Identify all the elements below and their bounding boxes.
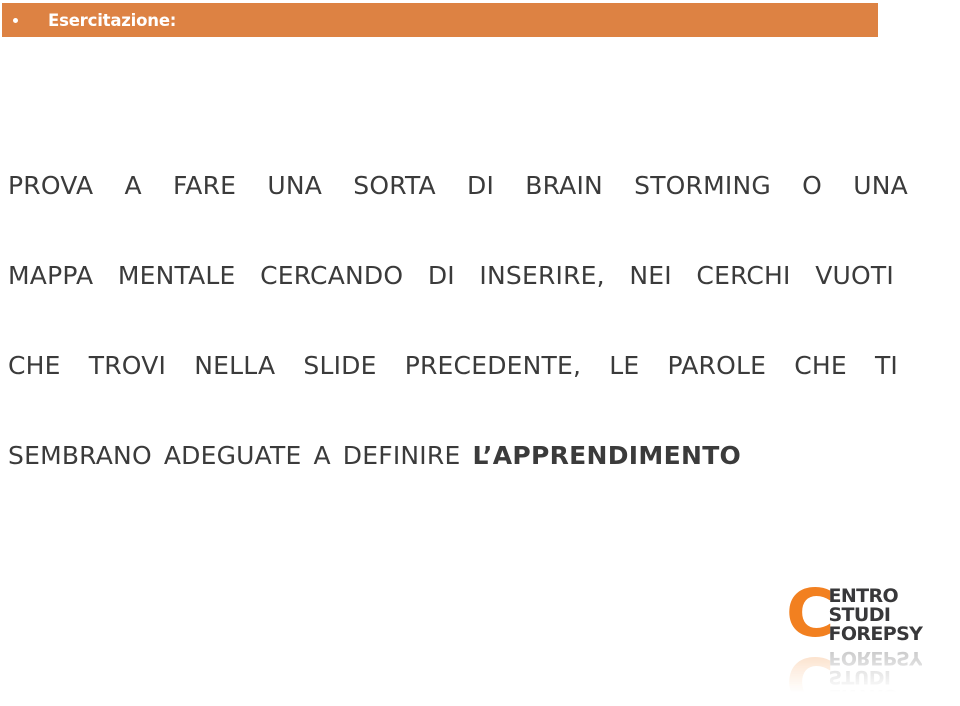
body-word: NEI	[629, 261, 672, 290]
body-word: UNA	[853, 171, 908, 200]
body-word: ADEGUATE	[163, 441, 302, 470]
logo-wordmark-reflection: ENTRO STUDI FOREPSY	[828, 647, 923, 706]
body-word: VUOTI	[815, 261, 894, 290]
body-word: A	[313, 441, 331, 470]
logo-word-2-reflection: STUDI	[828, 666, 891, 688]
logo-word-3: FOREPSY	[828, 623, 923, 645]
body-word: INSERIRE,	[479, 261, 605, 290]
body-word: MAPPA	[8, 261, 94, 290]
bullet-dot-icon	[13, 17, 18, 23]
body-word: DI	[467, 171, 495, 200]
slide-body-text: PROVA A FARE UNA SORTA DI BRAIN STORMING O UNA MA…	[8, 160, 908, 520]
body-word: NELLA	[194, 351, 276, 380]
body-word: UNA	[267, 171, 323, 200]
logo-word-3-reflection: FOREPSY	[828, 647, 923, 669]
body-word: SORTA	[353, 171, 436, 200]
body-line-4: SEMBRANO ADEGUATE A DEFINIRE L’APPRENDIMENTO	[8, 430, 768, 520]
body-word: CHE	[8, 351, 61, 380]
body-word: LE	[609, 351, 640, 380]
logo-word-1-reflection: ENTRO	[828, 685, 899, 706]
body-line-2: MAPPA MENTALE CERCANDO DI INSERIRE, NEI CERCHI…	[8, 250, 894, 340]
logo-c-mark-reflection-icon: C	[786, 642, 832, 706]
body-word: STORMING	[634, 171, 771, 200]
body-word: O	[802, 171, 823, 200]
body-word: CHE	[794, 351, 847, 380]
body-word: PROVA	[8, 171, 94, 200]
body-word: MENTALE	[117, 261, 236, 290]
body-line-3: CHE TROVI NELLA SLIDE PRECEDENTE, LE PAROLE CHE…	[8, 340, 898, 430]
body-word: CERCANDO	[260, 261, 404, 290]
body-word: SEMBRANO	[8, 441, 152, 470]
body-line-1: PROVA A FARE UNA SORTA DI BRAIN STORMING O UNA	[8, 160, 908, 250]
body-word: PAROLE	[667, 351, 767, 380]
body-word: DI	[427, 261, 455, 290]
body-word: L’APPRENDIMENTO	[472, 441, 742, 470]
logo-wordmark: ENTRO STUDI FOREPSY	[828, 587, 923, 645]
body-word: FARE	[173, 171, 237, 200]
logo-main: C ENTRO STUDI FOREPSY	[786, 574, 923, 652]
body-word: CERCHI	[696, 261, 791, 290]
body-word: TROVI	[88, 351, 167, 380]
logo-reflection: C ENTRO STUDI FOREPSY	[786, 642, 923, 706]
body-word: TI	[874, 351, 898, 380]
body-word: A	[124, 171, 142, 200]
body-word: BRAIN	[525, 171, 603, 200]
logo-c-mark-icon: C	[786, 574, 834, 652]
slide-title-bar: Esercitazione:	[2, 3, 878, 37]
body-word: SLIDE	[303, 351, 377, 380]
body-word: PRECEDENTE,	[404, 351, 582, 380]
centro-studi-forepsy-logo: C ENTRO STUDI FOREPSY C ENTRO STUDI FORE…	[786, 574, 954, 706]
page-title: Esercitazione:	[48, 10, 177, 30]
body-word: DEFINIRE	[342, 441, 461, 470]
